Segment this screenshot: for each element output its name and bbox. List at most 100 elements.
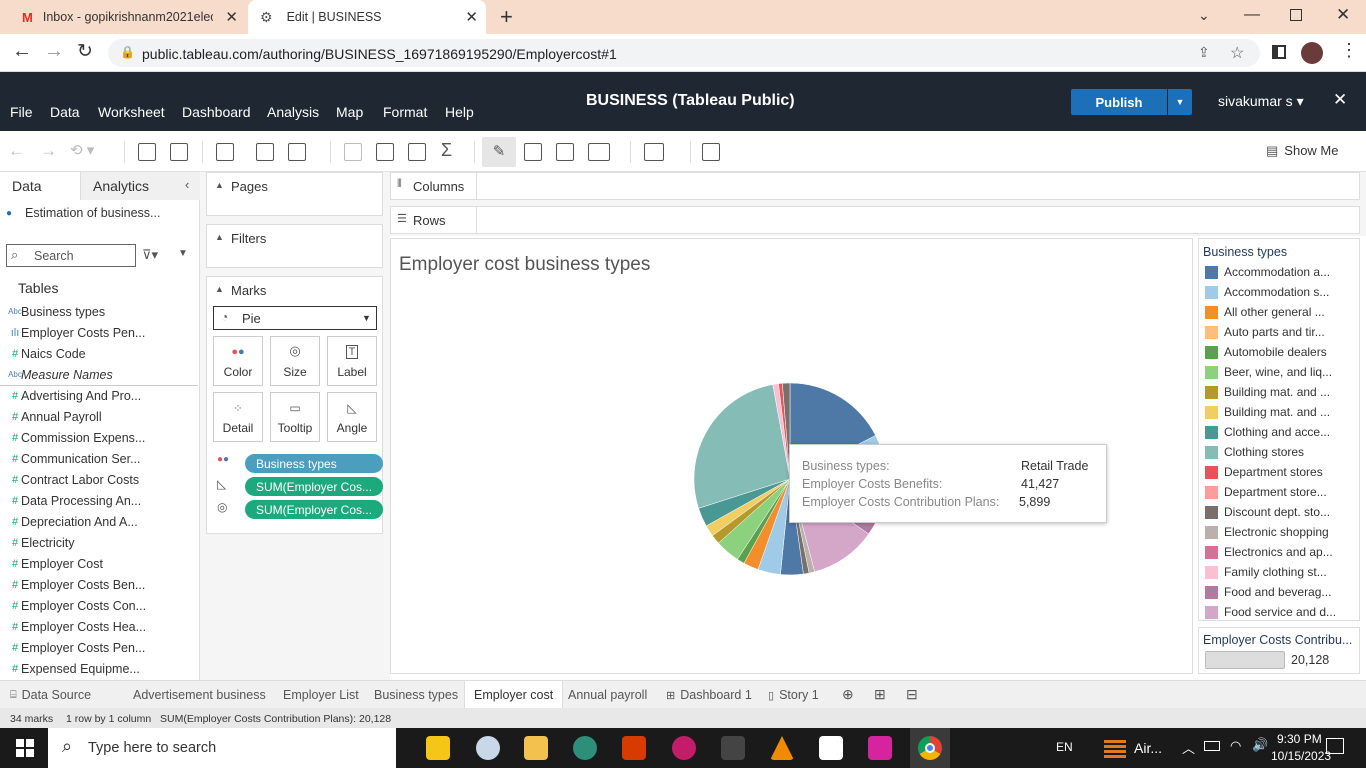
sort-ascending-icon[interactable] bbox=[376, 143, 394, 161]
rows-shelf[interactable]: ☰ Rows bbox=[390, 206, 1360, 234]
legend-item[interactable]: Department store... bbox=[1205, 482, 1327, 502]
menu-analysis[interactable]: Analysis bbox=[267, 104, 319, 120]
sort-descending-icon[interactable] bbox=[408, 143, 426, 161]
undo-icon[interactable]: ← bbox=[8, 141, 25, 161]
download-icon[interactable] bbox=[702, 143, 720, 161]
collapse-icon[interactable]: ▲ bbox=[215, 180, 224, 190]
tab-business-types[interactable]: Business types bbox=[374, 681, 458, 709]
new-story-icon[interactable]: ⊟ bbox=[906, 686, 918, 703]
legend-item[interactable]: Electronic shopping bbox=[1205, 522, 1329, 542]
filters-card[interactable]: ▲ Filters bbox=[206, 224, 383, 268]
field-item[interactable]: # Employer Cost bbox=[0, 553, 198, 574]
legend-item[interactable]: All other general ... bbox=[1205, 302, 1325, 322]
sum-icon[interactable]: Σ bbox=[441, 140, 452, 161]
legend-item[interactable]: Auto parts and tir... bbox=[1205, 322, 1325, 342]
chrome-icon[interactable] bbox=[910, 728, 950, 768]
legend-item[interactable]: Automobile dealers bbox=[1205, 342, 1327, 362]
menu-format[interactable]: Format bbox=[383, 104, 427, 120]
vlc-icon[interactable] bbox=[770, 736, 794, 760]
browser-tab-tableau[interactable]: ⚙ Edit | BUSINESS ✕ bbox=[248, 0, 486, 34]
tab-dashboard-1[interactable]: ⊞ Dashboard 1 bbox=[666, 681, 752, 709]
menu-map[interactable]: Map bbox=[336, 104, 363, 120]
chevron-up-icon[interactable]: ︿ bbox=[1182, 738, 1195, 757]
publish-button[interactable]: Publish bbox=[1071, 89, 1167, 115]
tab-employer-cost[interactable]: Employer cost bbox=[464, 681, 564, 709]
chevron-down-icon[interactable]: ⌄ bbox=[1198, 7, 1210, 24]
user-menu[interactable]: sivakumar s ▾ bbox=[1218, 93, 1304, 110]
new-dashboard-icon[interactable]: ⊞ bbox=[874, 686, 886, 703]
clock-time[interactable]: 9:30 PM bbox=[1277, 732, 1322, 746]
legend-item[interactable]: Clothing and acce... bbox=[1205, 422, 1330, 442]
new-datasource-icon[interactable] bbox=[138, 143, 156, 161]
menu-data[interactable]: Data bbox=[50, 104, 80, 120]
field-item[interactable]: # Employer Costs Ben... bbox=[0, 574, 198, 595]
legend-item[interactable]: Beer, wine, and liq... bbox=[1205, 362, 1332, 382]
legend-item[interactable]: Accommodation a... bbox=[1205, 262, 1330, 282]
tools-icon[interactable] bbox=[721, 736, 745, 760]
legend-item[interactable]: Clothing stores bbox=[1205, 442, 1304, 462]
highlight-icon[interactable]: ✎ bbox=[482, 137, 516, 167]
show-labels-icon[interactable] bbox=[524, 143, 542, 161]
publish-dropdown-icon[interactable]: ▼ bbox=[1168, 89, 1192, 115]
browser-app-icon[interactable] bbox=[573, 736, 597, 760]
wps-icon[interactable] bbox=[672, 736, 696, 760]
field-item[interactable]: # Employer Costs Hea... bbox=[0, 616, 198, 637]
legend-item[interactable]: Building mat. and ... bbox=[1205, 402, 1330, 422]
field-item[interactable]: # Depreciation And A... bbox=[0, 511, 198, 532]
mark-type-select[interactable]: ◔ Pie ▼ bbox=[213, 306, 377, 330]
reload-icon[interactable]: ↻ bbox=[77, 40, 93, 63]
forward-icon[interactable]: → bbox=[44, 40, 64, 63]
weather-text[interactable]: Air... bbox=[1134, 740, 1162, 756]
clock-date[interactable]: 10/15/2023 bbox=[1271, 749, 1331, 763]
paint-icon[interactable] bbox=[476, 736, 500, 760]
tab-employer-list[interactable]: Employer List bbox=[283, 681, 359, 709]
search-input[interactable]: ⌕ Search bbox=[6, 244, 136, 267]
collapse-icon[interactable]: ▲ bbox=[215, 284, 224, 294]
new-tab-icon[interactable]: + bbox=[500, 4, 513, 30]
angle-measure-pill[interactable]: SUM(Employer Cos... bbox=[245, 477, 383, 496]
notifications-icon[interactable] bbox=[1326, 738, 1344, 754]
taskbar-search[interactable]: ⌕ Type here to search bbox=[48, 728, 396, 768]
tab-data[interactable]: Data bbox=[0, 172, 80, 200]
field-item[interactable]: # Naics Code bbox=[0, 343, 198, 364]
clear-sheet-icon[interactable] bbox=[288, 143, 306, 161]
file-explorer-icon[interactable] bbox=[524, 736, 548, 760]
avatar[interactable] bbox=[1301, 42, 1323, 64]
back-icon[interactable]: ← bbox=[12, 40, 32, 63]
legend-item[interactable]: Family clothing st... bbox=[1205, 562, 1327, 582]
office-icon[interactable] bbox=[622, 736, 646, 760]
detail-button[interactable]: ⁘ Detail bbox=[213, 392, 263, 442]
columns-shelf[interactable]: ⦀ Columns bbox=[390, 172, 1360, 200]
pages-card[interactable]: ▲ Pages bbox=[206, 172, 383, 216]
fit-icon[interactable] bbox=[588, 143, 610, 161]
menu-dashboard[interactable]: Dashboard bbox=[182, 104, 251, 120]
business-types-pill[interactable]: Business types bbox=[245, 454, 383, 473]
size-button[interactable]: ◎ Size bbox=[270, 336, 320, 386]
filter-icon[interactable]: ⊽▾ bbox=[142, 247, 158, 263]
tab-data-source[interactable]: ⌸ Data Source bbox=[10, 681, 91, 709]
tab-advertisement-business[interactable]: Advertisement business bbox=[133, 681, 266, 709]
menu-file[interactable]: File bbox=[10, 104, 33, 120]
share-icon[interactable]: ⇪ bbox=[1198, 44, 1210, 61]
browser-tab-gmail[interactable]: M Inbox - gopikrishnanm2021elect ✕ bbox=[8, 0, 246, 34]
close-window-icon[interactable]: ✕ bbox=[1336, 5, 1350, 25]
duplicate-sheet-icon[interactable] bbox=[256, 143, 274, 161]
tooltip-button[interactable]: ▭ Tooltip bbox=[270, 392, 320, 442]
legend-item[interactable]: Department stores bbox=[1205, 462, 1323, 482]
store-icon[interactable] bbox=[426, 736, 450, 760]
sidepanel-icon[interactable] bbox=[1272, 45, 1286, 59]
label-button[interactable]: T Label bbox=[327, 336, 377, 386]
swap-icon[interactable] bbox=[344, 143, 362, 161]
close-tab-icon[interactable]: ✕ bbox=[465, 8, 478, 26]
field-item[interactable]: # Employer Costs Con... bbox=[0, 595, 198, 616]
chevron-down-icon[interactable]: ▼ bbox=[178, 248, 188, 259]
field-item[interactable]: Abc Measure Names bbox=[0, 364, 198, 385]
menu-help[interactable]: Help bbox=[445, 104, 474, 120]
angle-button[interactable]: ◺ Angle bbox=[327, 392, 377, 442]
legend-item[interactable]: Discount dept. sto... bbox=[1205, 502, 1330, 522]
collapse-icon[interactable]: ‹ bbox=[185, 177, 189, 192]
field-item[interactable]: # Commission Expens... bbox=[0, 427, 198, 448]
mail-icon[interactable] bbox=[819, 736, 843, 760]
field-item[interactable]: # Data Processing An... bbox=[0, 490, 198, 511]
close-tab-icon[interactable]: ✕ bbox=[225, 8, 238, 26]
